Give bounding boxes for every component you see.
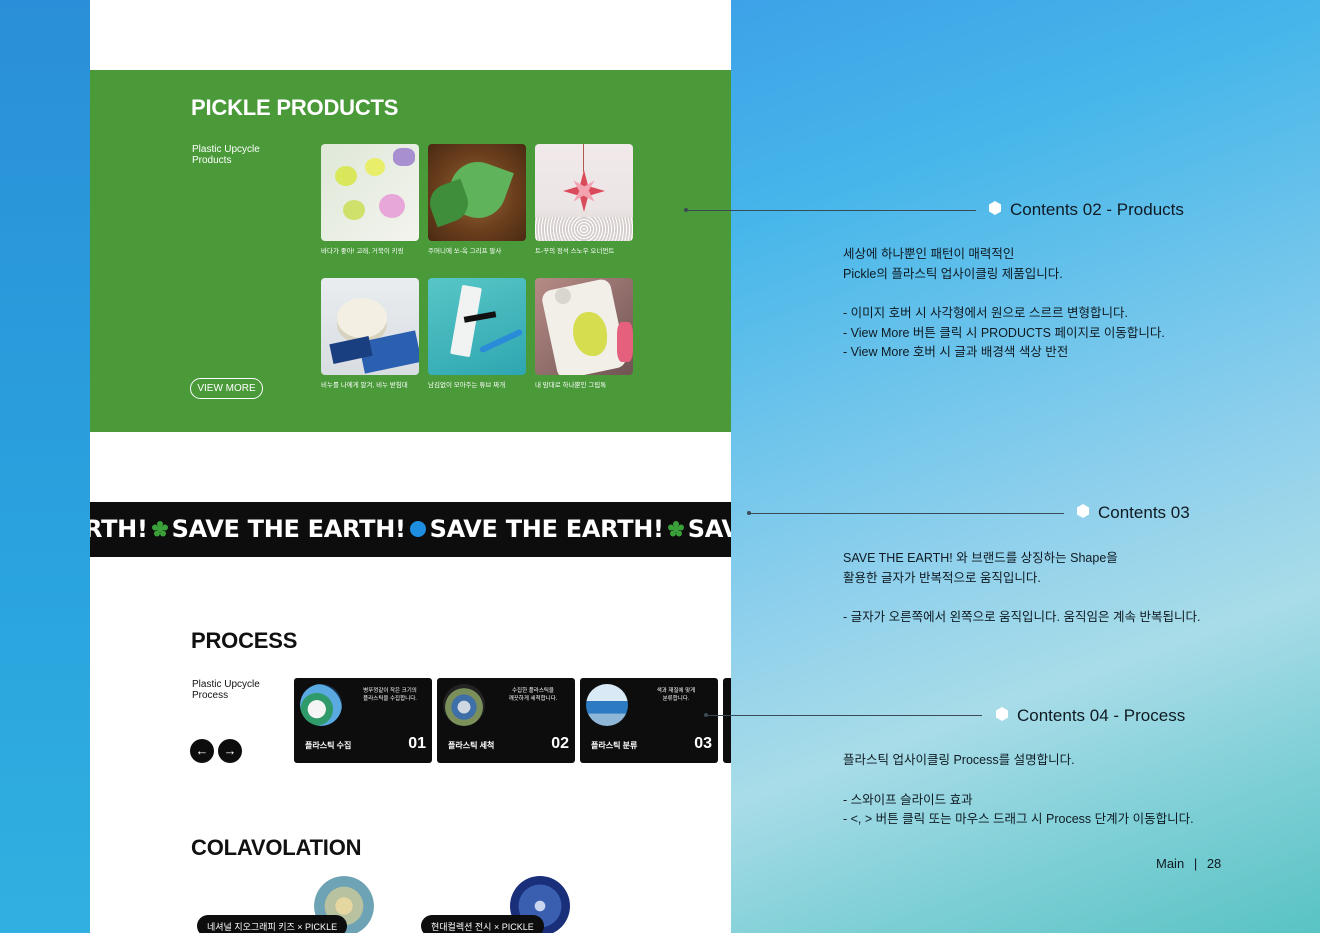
annotation-line: - View More 호버 시 글과 배경색 색상 반전 [843, 345, 1069, 359]
left-background-strip [0, 0, 90, 933]
process-title: PROCESS [191, 628, 298, 653]
process-number: 01 [408, 735, 426, 752]
annotation-title-text: Contents 02 - Products [1010, 200, 1184, 219]
process-name: 플라스틱 분류 [591, 741, 638, 750]
annotation-line: - 글자가 오른쪽에서 왼쪽으로 움직입니다. 움직임은 계속 반복됩니다. [843, 610, 1201, 624]
process-subtitle: Plastic Upcycle Process [192, 679, 260, 701]
colavolation-label[interactable]: 현대컬렉션 전시 × PICKLE [421, 915, 544, 933]
annotation-title-products: Contents 02 - Products [988, 200, 1184, 220]
footer-page-number: 28 [1206, 856, 1222, 871]
process-description: 수집한 플라스틱을 깨끗하게 세척합니다. [508, 688, 558, 702]
process-number: 02 [551, 735, 569, 752]
process-description: 색과 재질에 맞게 분류합니다. [656, 688, 696, 702]
annotation-body-marquee: SAVE THE EARTH! 와 브랜드를 상징하는 Shape을 활용한 글… [843, 549, 1200, 628]
annotation-line: Pickle의 플라스틱 업사이클링 제품입니다. [843, 266, 1063, 281]
connector-line-process [706, 715, 982, 716]
colavolation-label[interactable]: 네셔널 지오그래피 키즈 × PICKLE [197, 915, 348, 933]
annotation-spacer [843, 284, 1165, 304]
process-thumbnail [300, 684, 342, 726]
annotation-title-text: Contents 04 - Process [1017, 706, 1186, 725]
annotation-spacer [843, 771, 1194, 791]
annotation-title-process: Contents 04 - Process [995, 706, 1185, 726]
annotation-line: 활용한 글자가 반복적으로 움직입니다. [843, 570, 1041, 585]
page-footer: Main | 28 [1156, 856, 1221, 871]
annotation-body-process: 플라스틱 업사이클링 Process를 설명합니다. - 스와이프 슬라이드 효… [843, 751, 1194, 830]
annotation-line: - <, > 버튼 클릭 또는 마우스 드래그 시 Process 단계가 이동… [843, 812, 1194, 826]
annotation-title-text: Contents 03 [1098, 503, 1190, 522]
hexagon-bullet-icon [1076, 503, 1090, 523]
annotation-line: - 이미지 호버 시 사각형에서 원으로 스르르 변형합니다. [843, 306, 1128, 320]
annotation-line: - View More 버튼 클릭 시 PRODUCTS 페이지로 이동합니다. [843, 325, 1165, 340]
connector-line-marquee [749, 513, 1064, 514]
process-thumbnail [586, 684, 628, 726]
process-card[interactable]: 색과 재질에 맞게 분류합니다. 플라스틱 분류 03 [580, 678, 718, 763]
process-card[interactable]: 병뚜껑같이 작은 크기의 플라스틱을 수집합니다. 플라스틱 수집 01 [294, 678, 432, 763]
website-mockup: PICKLE PRODUCTS Plastic Upcycle Products… [90, 0, 731, 933]
process-card[interactable]: 수집한 플라스틱을 깨끗하게 세척합니다. 플라스틱 세척 02 [437, 678, 575, 763]
connector-line-products [686, 210, 976, 211]
colavolation-title: COLAVOLATION [191, 835, 362, 860]
annotation-spacer [843, 588, 1200, 608]
process-thumbnail [443, 684, 485, 726]
annotation-line: SAVE THE EARTH! 와 브랜드를 상징하는 Shape을 [843, 551, 1118, 565]
process-prev-button[interactable]: ← [190, 739, 214, 763]
footer-separator: | [1193, 856, 1198, 871]
process-next-button[interactable]: → [218, 739, 242, 763]
process-card-partial[interactable] [723, 678, 731, 763]
annotation-title-marquee: Contents 03 [1076, 503, 1190, 523]
process-description: 병뚜껑같이 작은 크기의 플라스틱을 수집합니다. [363, 688, 417, 702]
process-name: 플라스틱 세척 [448, 741, 495, 750]
process-name: 플라스틱 수집 [305, 741, 352, 750]
footer-section: Main [1156, 856, 1185, 871]
annotation-body-products: 세상에 하나뿐인 패턴이 매력적인 Pickle의 플라스틱 업사이클링 제품입… [843, 245, 1165, 363]
hexagon-bullet-icon [988, 200, 1002, 220]
annotation-line: 플라스틱 업사이클링 Process를 설명합니다. [843, 753, 1075, 767]
annotation-line: - 스와이프 슬라이드 효과 [843, 792, 973, 807]
process-number: 03 [694, 735, 712, 752]
annotation-line: 세상에 하나뿐인 패턴이 매력적인 [843, 247, 1015, 261]
process-section: PROCESS Plastic Upcycle Process ← → 병뚜껑같… [90, 0, 731, 933]
hexagon-bullet-icon [995, 706, 1009, 726]
